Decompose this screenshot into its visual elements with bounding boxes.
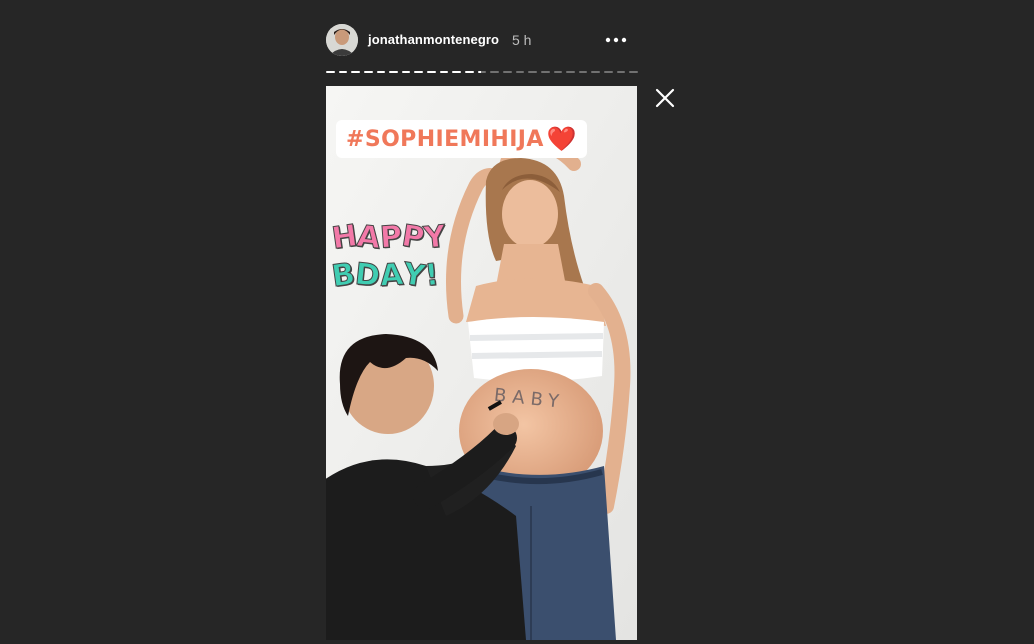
more-options-icon[interactable] [604, 28, 628, 52]
happy-bday-sticker[interactable]: HAPPY BDAY! [329, 218, 452, 300]
story-header: jonathanmontenegro 5 h [326, 24, 638, 56]
sticker-letter: D [353, 256, 382, 295]
progress-segment [326, 71, 335, 73]
story-media[interactable]: BABY #SOPHIEMIHIJA ❤️ HAPPY BDAY! [326, 86, 637, 640]
story-viewer: jonathanmontenegro 5 h BABY #SOPHIEMIHIJ… [0, 0, 1034, 644]
username[interactable]: jonathanmontenegro [368, 32, 499, 47]
progress-segment [502, 71, 512, 73]
user-avatar[interactable] [326, 24, 358, 56]
sticker-line-2: BDAY! [329, 256, 441, 295]
progress-segment [427, 71, 436, 73]
hashtag-text: #SOPHIEMIHIJA [346, 126, 544, 152]
progress-segment [540, 71, 550, 73]
progress-segment [351, 71, 360, 73]
story-progress-bar [326, 71, 639, 74]
story-photo: BABY [326, 86, 637, 640]
sticker-letter: Y [422, 218, 448, 257]
progress-segment [515, 71, 525, 73]
progress-segment [553, 71, 563, 73]
progress-segment [591, 71, 601, 73]
progress-segment [338, 71, 348, 73]
timestamp: 5 h [512, 32, 532, 48]
sticker-line-1: HAPPY [329, 218, 448, 257]
progress-segment [439, 71, 449, 73]
progress-segment [566, 71, 575, 73]
progress-segment [528, 71, 537, 73]
progress-segment [604, 71, 613, 73]
progress-segment [401, 71, 411, 73]
progress-segment [578, 71, 588, 73]
hashtag-sticker[interactable]: #SOPHIEMIHIJA ❤️ [336, 120, 588, 158]
heart-emoji: ❤️ [546, 125, 578, 153]
progress-segment [452, 71, 462, 73]
progress-segment [376, 71, 386, 73]
progress-segment [414, 71, 424, 73]
progress-segment [629, 71, 639, 73]
progress-segment [490, 71, 499, 73]
progress-segment [465, 71, 474, 73]
progress-segment [389, 71, 398, 73]
progress-segment [363, 71, 373, 73]
close-icon[interactable] [654, 87, 676, 109]
progress-segment [477, 71, 487, 73]
sticker-letter: ! [422, 257, 441, 294]
progress-segment [616, 71, 626, 73]
